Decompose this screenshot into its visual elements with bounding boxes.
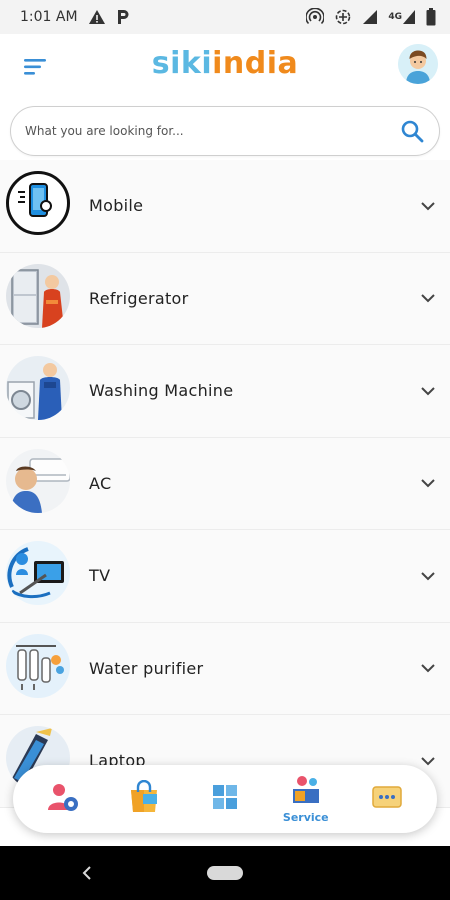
shopping-bag-icon [128, 779, 160, 818]
category-label: Washing Machine [89, 381, 234, 401]
warning-icon [88, 9, 106, 25]
bottom-nav: Service [13, 765, 437, 833]
ac-icon [6, 448, 70, 513]
nav-service-label: Service [282, 810, 329, 824]
app-header: sikiindia [0, 34, 450, 100]
search-bar [10, 106, 440, 156]
category-label: Water purifier [89, 658, 204, 678]
category-label: TV [89, 566, 111, 586]
avatar[interactable] [398, 44, 438, 84]
mobile-repair-icon [6, 171, 70, 235]
network-4g-icon: 4G [388, 9, 416, 25]
network-label: 4G [388, 12, 402, 22]
back-icon[interactable] [80, 864, 94, 882]
category-row-water-purifier[interactable]: Water purifier [0, 622, 450, 715]
category-row-washing-machine[interactable]: Washing Machine [0, 345, 450, 438]
home-button[interactable] [207, 866, 243, 880]
nav-categories[interactable] [190, 769, 260, 829]
system-nav-bar [0, 846, 450, 900]
brand-logo: sikiindia [0, 46, 450, 81]
battery-icon [426, 8, 436, 26]
category-row-mobile[interactable]: Mobile [0, 160, 450, 253]
category-label: AC [89, 473, 112, 493]
category-list: Mobile Refrigerator Washing Machine AC T… [0, 160, 450, 808]
chevron-down-icon[interactable] [418, 381, 438, 401]
nav-shop[interactable] [109, 769, 179, 829]
status-time: 1:01 AM [20, 9, 78, 25]
category-label: Refrigerator [89, 288, 189, 308]
hotspot-icon [306, 8, 325, 26]
parking-icon [116, 9, 130, 25]
nav-service[interactable]: Service [271, 769, 341, 829]
refrigerator-icon [6, 263, 70, 328]
profile-settings-icon [46, 780, 80, 818]
category-row-refrigerator[interactable]: Refrigerator [0, 252, 450, 345]
nav-profile[interactable] [28, 769, 98, 829]
brand-part2: india [212, 46, 299, 81]
more-icon [371, 783, 403, 815]
grid-icon [211, 783, 239, 815]
nav-more[interactable] [352, 769, 422, 829]
service-icon [289, 775, 323, 809]
chevron-down-icon[interactable] [418, 473, 438, 493]
category-label: Mobile [89, 196, 144, 216]
chevron-down-icon[interactable] [418, 566, 438, 586]
chevron-down-icon[interactable] [418, 658, 438, 678]
search-icon[interactable] [399, 118, 425, 144]
brand-part1: siki [151, 46, 213, 81]
search-input[interactable] [25, 124, 399, 138]
washing-machine-icon [6, 356, 70, 420]
tv-repair-icon [6, 541, 70, 605]
chevron-down-icon[interactable] [418, 751, 438, 771]
data-saver-icon [334, 8, 352, 26]
category-row-ac[interactable]: AC [0, 437, 450, 530]
chevron-down-icon[interactable] [418, 288, 438, 308]
chevron-down-icon[interactable] [418, 196, 438, 216]
category-row-tv[interactable]: TV [0, 530, 450, 623]
water-purifier-icon [6, 633, 70, 698]
signal-icon [362, 9, 378, 25]
status-bar: 1:01 AM 4G [0, 0, 450, 34]
